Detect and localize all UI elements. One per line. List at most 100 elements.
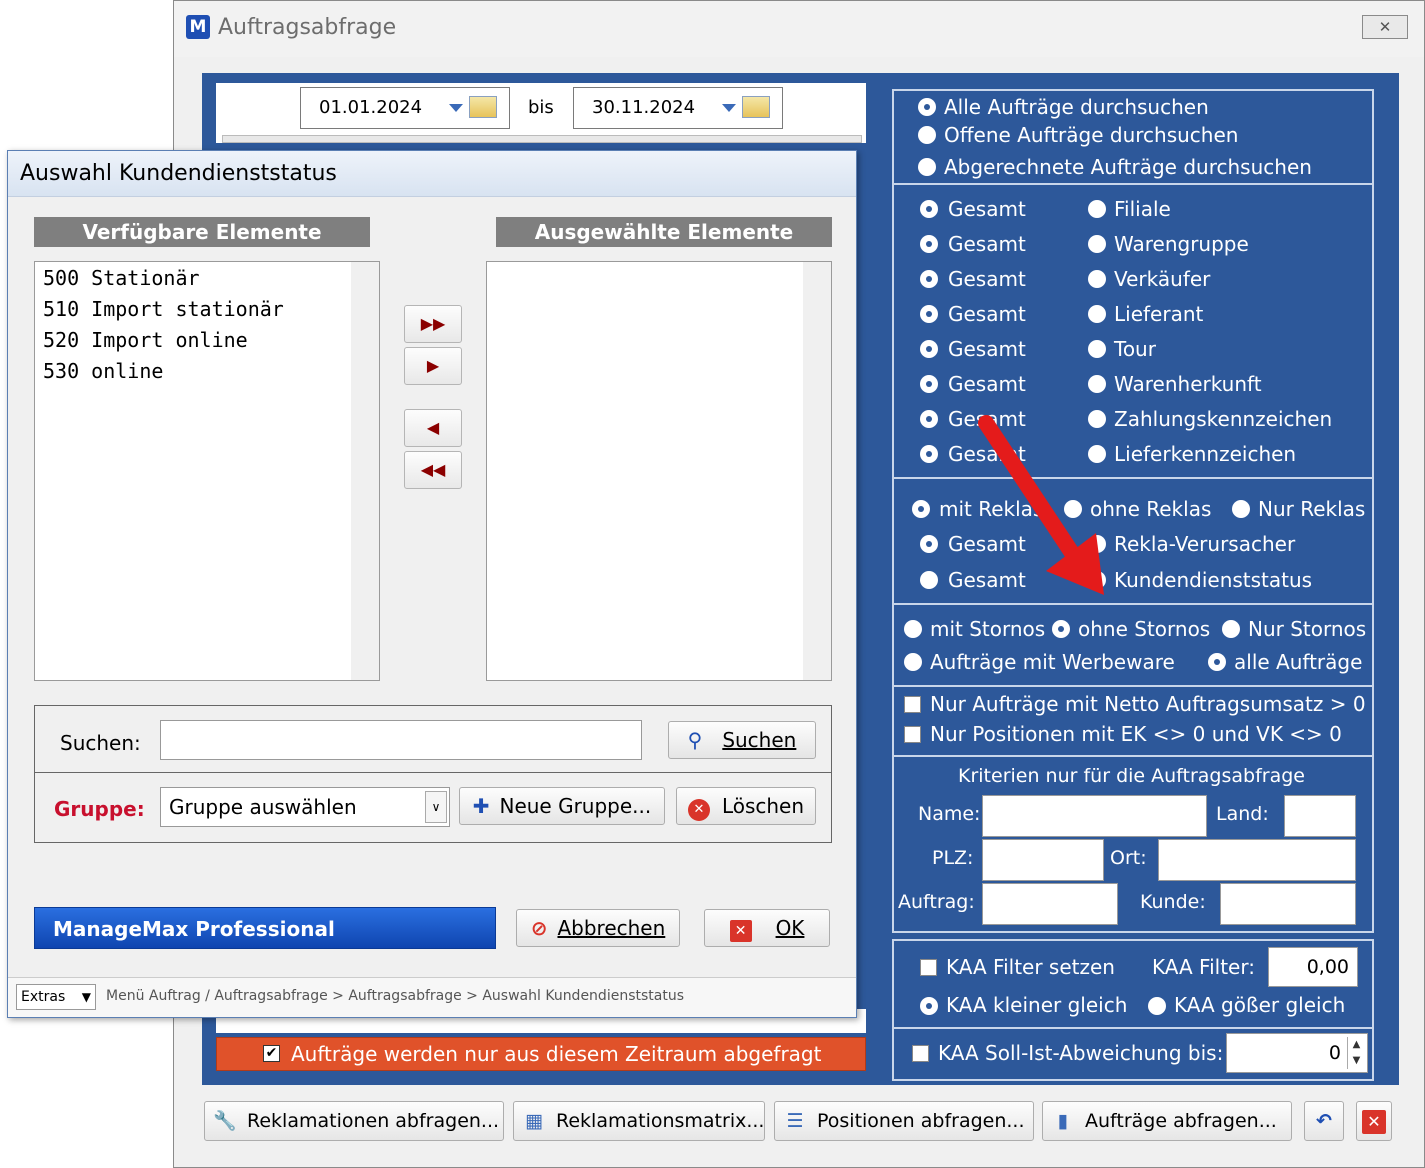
label-netto: Nur Aufträge mit Netto Auftragsumsatz > … — [930, 692, 1366, 716]
add-all-button[interactable]: ▶▶ — [404, 305, 462, 343]
close-icon: ✕ — [729, 920, 752, 942]
radio-gesamt[interactable] — [920, 410, 938, 428]
zeitraum-checkbox[interactable]: ✔ — [263, 1045, 280, 1062]
radio-filter-option[interactable] — [1088, 200, 1106, 218]
radio-gesamt[interactable] — [920, 235, 938, 253]
reklamationen-label: Reklamationen abfragen... — [247, 1110, 500, 1132]
radio-filter-option[interactable] — [1088, 270, 1106, 288]
kaa-soll-ist-input[interactable]: 0 ▲ ▼ — [1226, 1033, 1368, 1073]
calendar-icon[interactable] — [469, 96, 497, 118]
list-item[interactable]: 510 Import stationär — [43, 297, 284, 321]
neue-gruppe-button[interactable]: ✚ Neue Gruppe... — [459, 787, 665, 825]
radio-abgerechnete[interactable] — [918, 158, 936, 176]
radio-gesamt[interactable] — [920, 445, 938, 463]
selected-header: Ausgewählte Elemente — [496, 217, 832, 247]
plz-input[interactable] — [982, 839, 1104, 881]
reklamationsmatrix-button[interactable]: ▦ Reklamationsmatrix... — [513, 1101, 765, 1141]
list-item[interactable]: 530 online — [43, 359, 163, 383]
list-item[interactable]: 520 Import online — [43, 328, 248, 352]
matrix-label: Reklamationsmatrix... — [556, 1110, 765, 1132]
search-input[interactable] — [160, 720, 642, 760]
radio-filter-option[interactable] — [1088, 375, 1106, 393]
radio-kaa-groesser[interactable] — [1148, 997, 1166, 1015]
label-kaa-groesser: KAA gößer gleich — [1174, 993, 1346, 1017]
positionen-label: Positionen abfragen... — [817, 1110, 1025, 1132]
radio-werbeware[interactable] — [904, 653, 922, 671]
close-button[interactable]: ✕ — [1362, 15, 1408, 39]
ort-input[interactable] — [1158, 839, 1356, 881]
checkbox-ekvk[interactable] — [904, 726, 921, 743]
gruppe-select[interactable]: Gruppe auswählen ∨ — [160, 787, 450, 827]
radio-nur-stornos[interactable] — [1222, 620, 1240, 638]
chevron-down-icon[interactable] — [722, 104, 736, 112]
ok-button[interactable]: ✕ OK — [704, 909, 830, 947]
radio-nur-reklas[interactable] — [1232, 500, 1250, 518]
name-input[interactable] — [982, 795, 1207, 837]
scrollbar[interactable] — [803, 262, 831, 680]
suchen-button[interactable]: ⚲ Suchen — [668, 721, 816, 759]
storno-section — [892, 603, 1374, 687]
grid-icon: ▦ — [525, 1110, 543, 1132]
radio-mit-stornos[interactable] — [904, 620, 922, 638]
remove-button[interactable]: ◀ — [404, 409, 462, 447]
left-icon: ◀ — [426, 418, 440, 437]
radio-filter-option[interactable] — [1088, 235, 1106, 253]
radio-kaa-kleiner[interactable] — [920, 997, 938, 1015]
radio-offene[interactable] — [918, 126, 936, 144]
remove-all-button[interactable]: ◀◀ — [404, 451, 462, 489]
auftraege-button[interactable]: ▮ Aufträge abfragen... — [1042, 1101, 1292, 1141]
chevron-down-icon[interactable]: ∨ — [425, 791, 447, 823]
checkbox-kaa-filter[interactable] — [920, 959, 937, 976]
label-werbeware: Aufträge mit Werbeware — [930, 650, 1175, 674]
checkbox-netto[interactable] — [904, 696, 921, 713]
date-from-field[interactable]: 01.01.2024 — [300, 87, 510, 129]
zeitraum-row[interactable]: ✔ Aufträge werden nur aus diesem Zeitrau… — [216, 1037, 866, 1071]
radio-mit-reklas[interactable] — [912, 500, 930, 518]
radio-gesamt-kundendienst[interactable] — [920, 571, 938, 589]
label-kundendienststatus: Kundendienststatus — [1114, 568, 1313, 592]
radio-gesamt[interactable] — [920, 340, 938, 358]
kunde-input[interactable] — [1220, 883, 1356, 925]
selected-list[interactable] — [486, 261, 832, 681]
chevron-down-icon[interactable] — [449, 104, 463, 112]
label-ort: Ort: — [1110, 847, 1147, 869]
auftrag-input[interactable] — [982, 883, 1118, 925]
radio-gesamt[interactable] — [920, 375, 938, 393]
cancel-button[interactable]: ✕ — [1356, 1101, 1392, 1141]
radio-gesamt-verursacher[interactable] — [920, 535, 938, 553]
dialog-title-bar: Auswahl Kundendienststatus — [8, 151, 856, 197]
kaa-filter-input[interactable]: 0,00 — [1268, 947, 1358, 987]
loeschen-button[interactable]: ✕ Löschen — [676, 787, 816, 825]
radio-filter-option[interactable] — [1088, 340, 1106, 358]
radio-alle-auftraege[interactable] — [1208, 653, 1226, 671]
radio-filter-option[interactable] — [1088, 305, 1106, 323]
date-to-field[interactable]: 30.11.2024 — [573, 87, 783, 129]
label-gesamt: Gesamt — [948, 372, 1026, 396]
scrollbar[interactable] — [351, 262, 379, 680]
radio-ohne-stornos[interactable] — [1052, 620, 1070, 638]
radio-gesamt[interactable] — [920, 270, 938, 288]
extras-dropdown[interactable]: Extras ▼ — [16, 984, 96, 1010]
radio-gesamt[interactable] — [920, 305, 938, 323]
positionen-button[interactable]: ☰ Positionen abfragen... — [774, 1101, 1034, 1141]
date-to-value: 30.11.2024 — [592, 97, 696, 118]
list-item[interactable]: 500 Stationär — [43, 266, 200, 290]
criteria-title: Kriterien nur für die Auftragsabfrage — [958, 765, 1305, 787]
radio-gesamt[interactable] — [920, 200, 938, 218]
calendar-icon[interactable] — [742, 96, 770, 118]
kaa-soll-ist-value: 0 — [1328, 1042, 1341, 1064]
reklamationen-button[interactable]: 🔧 Reklamationen abfragen... — [204, 1101, 504, 1141]
label-verursacher: Rekla-Verursacher — [1114, 532, 1296, 556]
available-header: Verfügbare Elemente — [34, 217, 370, 247]
zeitraum-label: Aufträge werden nur aus diesem Zeitraum … — [291, 1042, 822, 1066]
label-kaa-kleiner: KAA kleiner gleich — [946, 993, 1128, 1017]
checkbox-kaa-soll-ist[interactable] — [912, 1045, 929, 1062]
radio-alle[interactable] — [918, 98, 936, 116]
abbrechen-button[interactable]: ⊘ Abbrechen — [516, 909, 680, 947]
available-list[interactable]: 500 Stationär 510 Import stationär 520 Imp… — [34, 261, 380, 681]
land-input[interactable] — [1284, 795, 1356, 837]
label-ekvk: Nur Positionen mit EK <> 0 und VK <> 0 — [930, 722, 1342, 746]
spinner-icon[interactable]: ▲ ▼ — [1347, 1037, 1365, 1069]
undo-button[interactable]: ↶ — [1304, 1101, 1344, 1141]
add-button[interactable]: ▶ — [404, 347, 462, 385]
